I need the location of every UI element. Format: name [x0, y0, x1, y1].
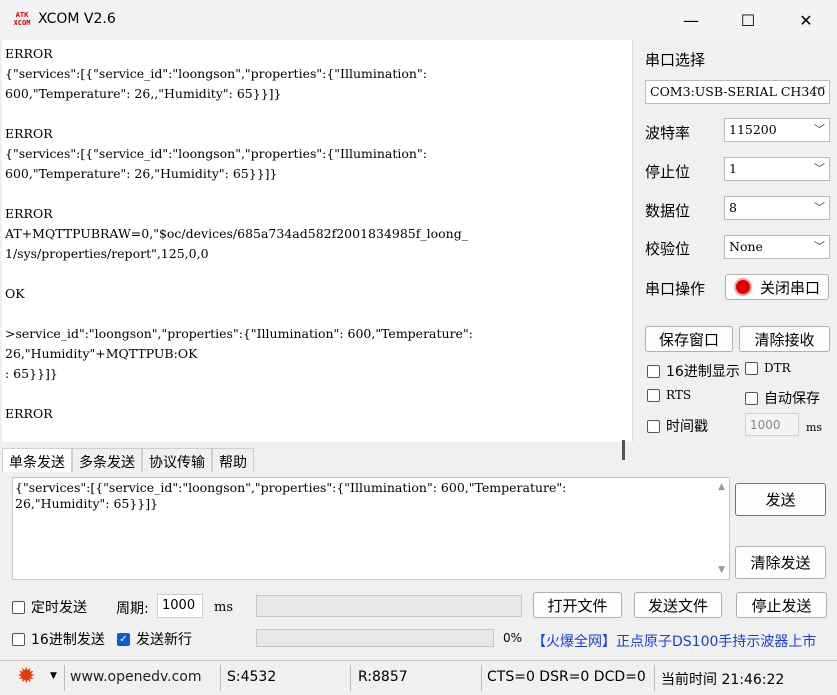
hex-display-checkbox[interactable]: 16进制显示 — [647, 361, 740, 381]
separator — [350, 665, 351, 691]
chevron-down-icon: ﹀ — [814, 240, 825, 253]
separator — [220, 665, 221, 691]
dtr-label: DTR — [764, 361, 791, 375]
scroll-up-icon[interactable]: ▲ — [718, 482, 725, 492]
settings-gear-icon[interactable]: ✹ — [17, 665, 35, 689]
period-input[interactable]: 1000 — [157, 594, 203, 618]
close-window-button[interactable]: ✕ — [777, 0, 835, 40]
port-op-label: 串口操作 — [645, 280, 706, 298]
period-unit: ms — [214, 600, 233, 615]
timestamp-checkbox[interactable]: 时间戳 — [647, 416, 708, 436]
databits-label: 数据位 — [645, 202, 691, 220]
chevron-down-icon: ﹀ — [814, 123, 825, 136]
status-bar: ✹ ▼ www.openedv.com S:4532 R:8857 CTS=0 … — [0, 660, 837, 695]
baud-value: 115200 — [729, 122, 777, 137]
close-port-button[interactable]: 关闭串口 — [725, 274, 829, 300]
checkbox-box — [12, 600, 25, 614]
ad-link[interactable]: 【火爆全网】正点原子DS100手持示波器上市 — [532, 631, 816, 651]
received-count[interactable]: R:8857 — [358, 669, 408, 685]
app-logo-icon: ATK XCOM — [13, 11, 31, 27]
clear-receive-button[interactable]: 清除接收 — [739, 326, 830, 352]
timestamp-unit: ms — [806, 421, 823, 434]
chevron-down-icon: ﹀ — [814, 201, 825, 214]
window-title: XCOM V2.6 — [38, 11, 116, 27]
receive-text: ERROR {"services":[{"service_id":"loongs… — [5, 46, 473, 421]
save-window-button[interactable]: 保存窗口 — [645, 326, 733, 352]
title-bar: ATK XCOM XCOM V2.6 — ☐ ✕ — [0, 0, 837, 40]
send-textarea[interactable]: {"services":[{"service_id":"loongson","p… — [12, 477, 730, 580]
close-port-label: 关闭串口 — [759, 278, 820, 297]
rts-label: RTS — [666, 388, 692, 402]
clear-send-button[interactable]: 清除发送 — [735, 546, 826, 579]
receive-textarea[interactable]: ERROR {"services":[{"service_id":"loongs… — [2, 40, 633, 460]
website-link[interactable]: www.openedv.com — [70, 669, 202, 685]
timed-send-checkbox[interactable]: 定时发送 — [12, 597, 87, 617]
port-status-icon — [733, 278, 752, 296]
port-select-label: 串口选择 — [645, 51, 706, 69]
signal-status: CTS=0 DSR=0 DCD=0 — [487, 669, 646, 685]
baud-select[interactable]: 115200 ﹀ — [724, 118, 830, 142]
checkbox-box — [647, 388, 660, 402]
separator — [654, 665, 655, 691]
parity-label: 校验位 — [645, 240, 691, 258]
parity-select[interactable]: None ﹀ — [724, 235, 830, 259]
tab-multi-send[interactable]: 多条发送 — [72, 448, 142, 472]
checkbox-box — [647, 364, 660, 378]
checkbox-box — [12, 632, 25, 646]
databits-select[interactable]: 8 ﹀ — [724, 196, 830, 220]
file-path-field — [256, 595, 522, 617]
stopbits-select[interactable]: 1 ﹀ — [724, 157, 830, 181]
dtr-checkbox[interactable]: DTR — [745, 361, 791, 375]
send-newline-label: 发送新行 — [136, 632, 192, 648]
separator — [64, 665, 65, 691]
scroll-down-icon[interactable]: ▼ — [718, 565, 725, 575]
check-icon: ✓ — [117, 632, 130, 646]
stopbits-value: 1 — [729, 161, 737, 176]
rts-checkbox[interactable]: RTS — [647, 388, 691, 402]
timestamp-interval-input[interactable]: 1000 — [745, 413, 799, 436]
send-tabs: 单条发送 多条发送 协议传输 帮助 — [2, 448, 254, 472]
receive-scrollbar[interactable] — [622, 440, 625, 460]
send-progress-text: 0% — [503, 631, 523, 645]
send-newline-checkbox[interactable]: ✓ 发送新行 — [117, 629, 192, 649]
checkbox-box — [745, 391, 758, 405]
hex-display-label: 16进制显示 — [666, 364, 740, 380]
databits-value: 8 — [729, 200, 737, 215]
auto-save-checkbox[interactable]: 自动保存 — [745, 388, 820, 408]
tab-help[interactable]: 帮助 — [212, 448, 254, 472]
current-time: 当前时间 21:46:22 — [661, 672, 785, 688]
chevron-down-icon: ﹀ — [814, 85, 825, 98]
maximize-button[interactable]: ☐ — [719, 0, 777, 40]
checkbox-box — [647, 419, 660, 433]
tab-single-send[interactable]: 单条发送 — [2, 448, 72, 472]
port-select[interactable]: COM3:USB-SERIAL CH340 ﹀ — [645, 80, 830, 104]
open-file-button[interactable]: 打开文件 — [533, 592, 622, 618]
send-button[interactable]: 发送 — [735, 483, 826, 516]
tab-protocol[interactable]: 协议传输 — [142, 448, 212, 472]
baud-label: 波特率 — [645, 124, 691, 142]
send-text: {"services":[{"service_id":"loongson","p… — [15, 480, 567, 511]
checkbox-box — [745, 361, 758, 375]
sent-count: S:4532 — [227, 669, 277, 685]
auto-save-label: 自动保存 — [764, 391, 820, 407]
timestamp-label: 时间戳 — [666, 419, 708, 435]
chevron-down-icon: ﹀ — [814, 162, 825, 175]
stopbits-label: 停止位 — [645, 163, 691, 181]
separator — [481, 665, 482, 691]
gear-menu-chevron-icon[interactable]: ▼ — [50, 671, 57, 681]
send-progress-bar — [256, 629, 494, 647]
parity-value: None — [729, 239, 763, 254]
timed-send-label: 定时发送 — [31, 600, 87, 616]
hex-send-label: 16进制发送 — [31, 632, 105, 648]
port-select-value: COM3:USB-SERIAL CH340 — [650, 84, 826, 99]
hex-send-checkbox[interactable]: 16进制发送 — [12, 629, 105, 649]
send-file-button[interactable]: 发送文件 — [634, 592, 722, 618]
minimize-button[interactable]: — — [662, 0, 720, 40]
stop-send-button[interactable]: 停止发送 — [736, 592, 827, 618]
period-label: 周期: — [116, 601, 149, 617]
